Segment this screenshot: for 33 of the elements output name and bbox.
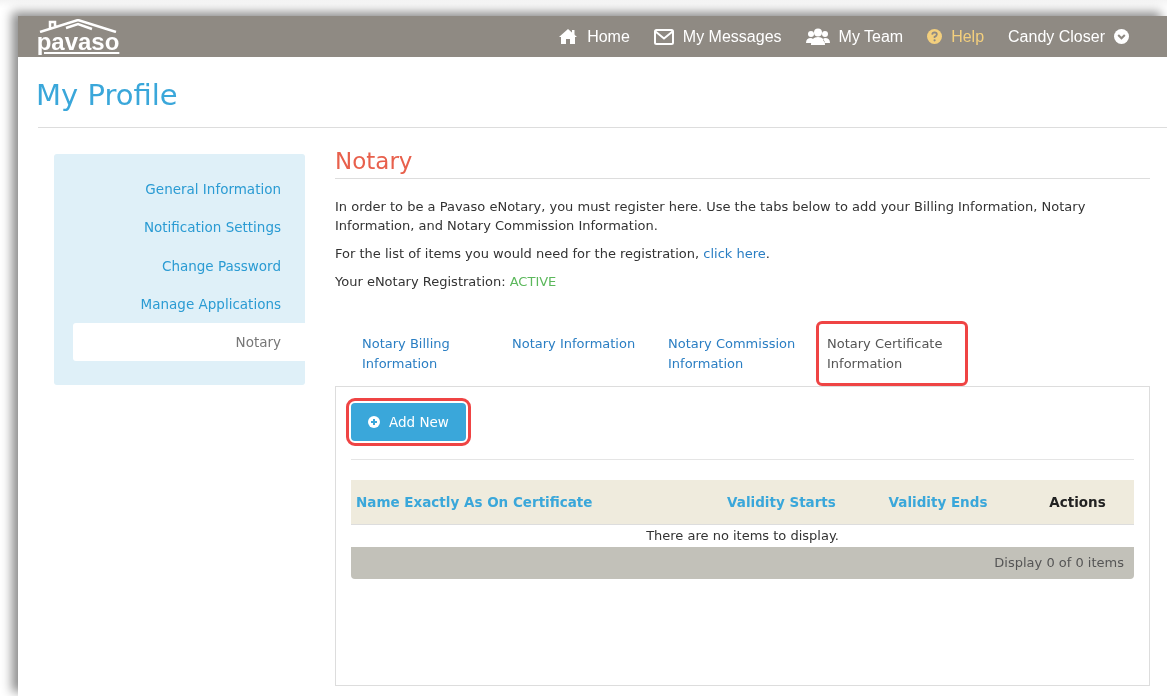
column-header[interactable]: Name Exactly As On Certificate bbox=[356, 493, 593, 510]
chevron-icon bbox=[1114, 29, 1129, 44]
nav-link[interactable]: My Messages bbox=[653, 24, 782, 49]
people-icon bbox=[805, 28, 830, 45]
nav-link[interactable]: Home bbox=[558, 24, 630, 49]
sidebar-item[interactable]: General Information bbox=[73, 170, 305, 209]
envelope-icon bbox=[653, 28, 674, 45]
nav-link[interactable]: Candy Closer bbox=[1008, 24, 1129, 49]
tab[interactable]: Notary Commission Information bbox=[657, 320, 816, 386]
sidebar-item[interactable]: Notification Settings bbox=[73, 208, 305, 247]
column-header: Actions bbox=[1049, 493, 1106, 510]
home-icon bbox=[558, 28, 579, 45]
click-here-link[interactable]: click here bbox=[703, 245, 766, 261]
section-title: Notary bbox=[335, 148, 1150, 179]
sidebar-item[interactable]: Notary bbox=[73, 323, 305, 362]
nav-link[interactable]: Help bbox=[927, 24, 985, 49]
sidebar-item[interactable]: Change Password bbox=[73, 246, 305, 285]
plus-circle-icon bbox=[368, 415, 380, 428]
empty-message: There are no items to display. bbox=[645, 526, 840, 545]
nav-link[interactable]: My Team bbox=[805, 24, 904, 49]
tab[interactable]: Notary Billing Information bbox=[351, 320, 501, 386]
registration-note: For the list of items you would need for the registration, click here. bbox=[335, 244, 771, 263]
registration-status: Your eNotary Registration: ACTIVE bbox=[335, 272, 558, 291]
help-icon bbox=[927, 29, 943, 44]
page-title: My Profile bbox=[36, 78, 178, 112]
sidebar-item[interactable]: Manage Applications bbox=[73, 284, 305, 323]
intro-paragraph: In order to be a Pavaso eNotary, you must register here. Use the tabs below to add your Billing Information, Notary Information, and Notary Commission Information. bbox=[335, 197, 1087, 235]
item-count: Display 0 of 0 items bbox=[994, 555, 1124, 571]
tab[interactable]: Notary Information bbox=[501, 320, 657, 386]
column-header[interactable]: Validity Starts bbox=[727, 493, 836, 510]
column-header[interactable]: Validity Ends bbox=[888, 493, 988, 510]
logo[interactable]: pavaso bbox=[36, 19, 120, 54]
tab[interactable]: Notary Certificate Information bbox=[816, 320, 968, 386]
